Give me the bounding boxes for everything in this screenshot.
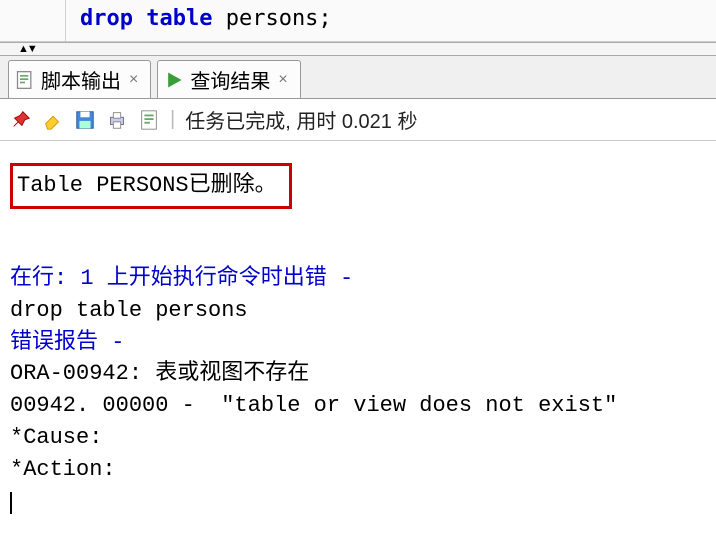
document-icon[interactable] — [138, 109, 160, 131]
error-header: 在行: 1 上开始执行命令时出错 - — [10, 266, 353, 291]
toolbar-separator: | — [170, 108, 175, 131]
save-icon[interactable] — [74, 109, 96, 131]
sql-keyword-table: table — [146, 6, 212, 31]
error-report-label: 错误报告 - — [10, 330, 124, 355]
error-statement: drop table persons — [10, 298, 248, 323]
script-output-pane[interactable]: Table PERSONS已删除。 在行: 1 上开始执行命令时出错 - dro… — [0, 141, 716, 526]
success-message-box: Table PERSONS已删除。 — [10, 163, 292, 209]
pane-splitter[interactable]: ▲▼ — [0, 42, 716, 56]
text-cursor — [10, 492, 12, 514]
sql-text: persons; — [212, 6, 331, 31]
play-icon — [164, 70, 184, 90]
tab-label: 查询结果 — [190, 65, 270, 94]
close-icon[interactable]: × — [276, 71, 289, 89]
ora-error: ORA-00942: 表或视图不存在 — [10, 361, 309, 386]
error-code: 00942. 00000 - "table or view does not e… — [10, 393, 617, 418]
error-cause: *Cause: — [10, 425, 102, 450]
close-icon[interactable]: × — [127, 71, 140, 89]
splitter-handle-icon: ▲▼ — [18, 43, 36, 55]
pin-icon[interactable] — [10, 109, 32, 131]
error-action: *Action: — [10, 457, 116, 482]
eraser-icon[interactable] — [42, 109, 64, 131]
tab-query-result[interactable]: 查询结果 × — [157, 60, 300, 98]
success-message: Table PERSONS已删除。 — [17, 173, 277, 198]
tab-script-output[interactable]: 脚本输出 × — [8, 60, 151, 98]
script-output-icon — [15, 70, 35, 90]
output-toolbar: | 任务已完成, 用时 0.021 秒 — [0, 99, 716, 141]
output-tabs: 脚本输出 × 查询结果 × — [0, 56, 716, 99]
tab-label: 脚本输出 — [41, 65, 121, 94]
status-text: 任务已完成, 用时 0.021 秒 — [185, 105, 417, 134]
sql-keyword-drop: drop — [80, 6, 133, 31]
print-icon[interactable] — [106, 109, 128, 131]
sql-editor[interactable]: drop table persons; — [0, 0, 716, 42]
